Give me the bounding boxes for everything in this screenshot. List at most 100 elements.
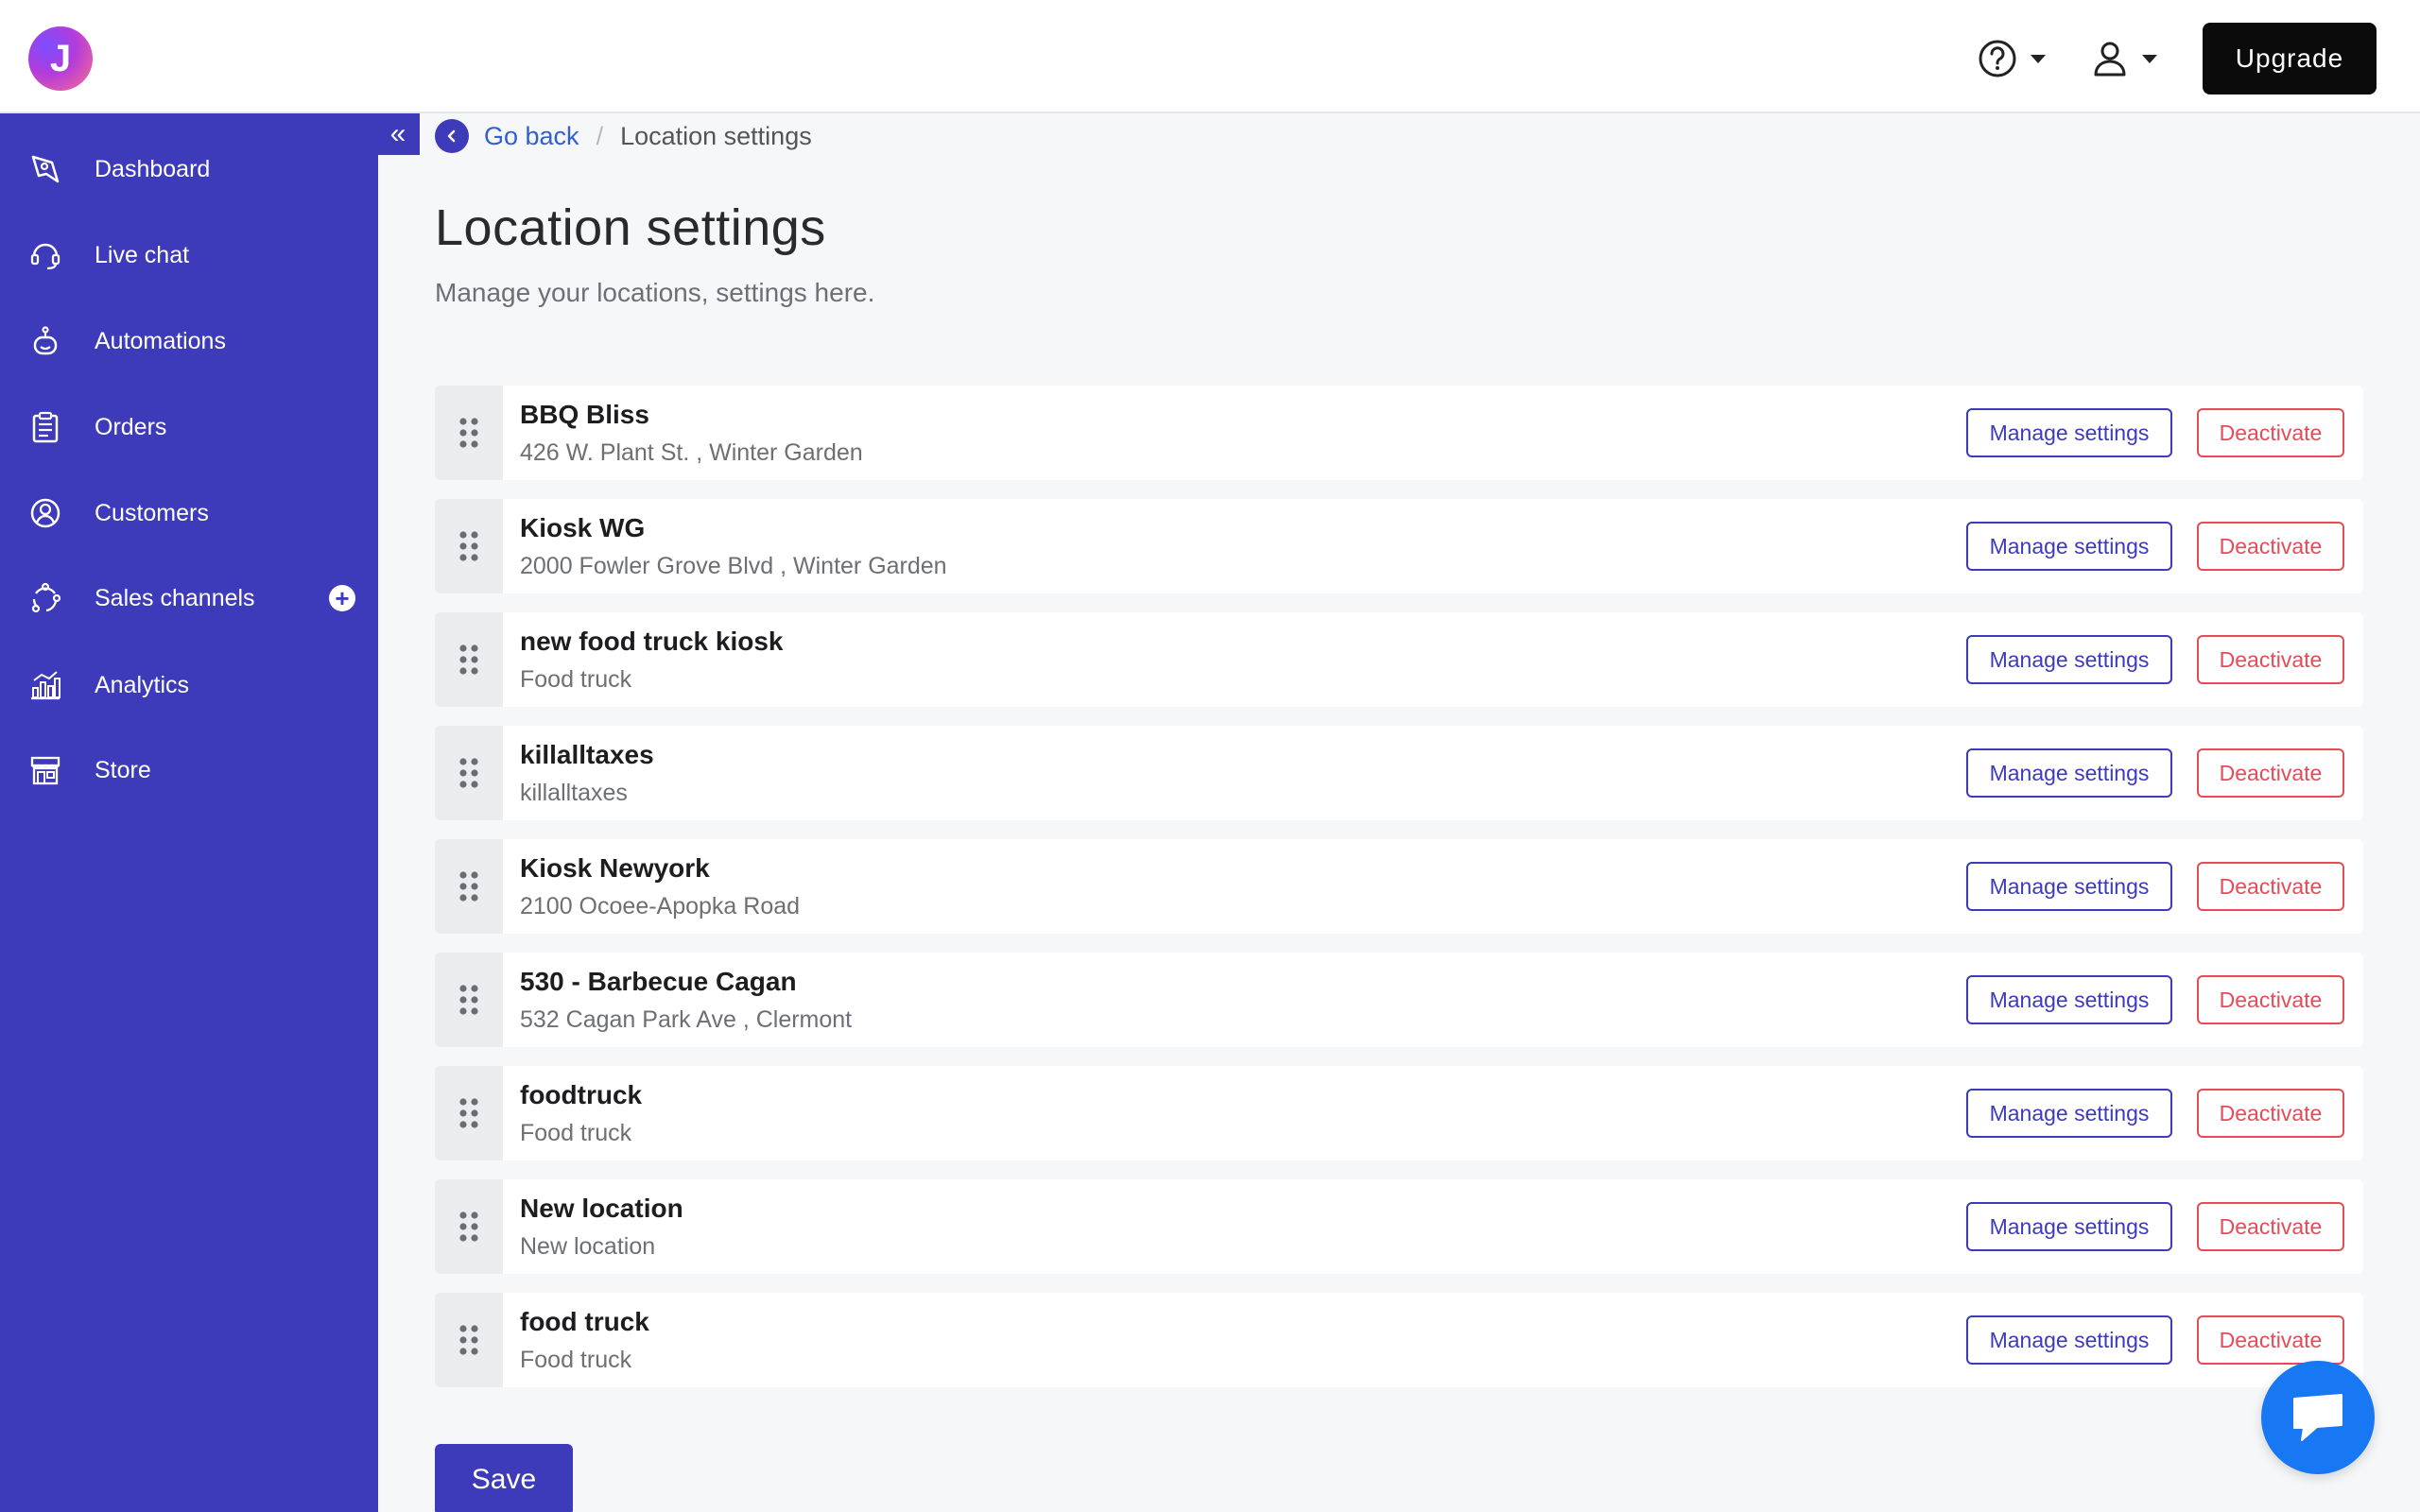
sidebar-item-label: Store (95, 756, 151, 783)
manage-settings-button[interactable]: Manage settings (1966, 1202, 2172, 1251)
location-row: food truck Food truck Manage settings Deact… (435, 1293, 2363, 1387)
location-name: foodtruck (520, 1079, 643, 1109)
sidebar-item-analytics[interactable]: Analytics (0, 652, 378, 718)
location-row: killalltaxes killalltaxes Manage settings D… (435, 726, 2363, 820)
sidebar-item-store[interactable]: Store (0, 737, 378, 803)
sidebar-item-label: Analytics (95, 671, 190, 698)
manage-settings-button[interactable]: Manage settings (1966, 408, 2172, 457)
drag-handle[interactable] (435, 1293, 503, 1387)
drag-handle[interactable] (435, 1066, 503, 1160)
location-info: food truck Food truck (520, 1307, 649, 1374)
sidebar-item-label: Customers (95, 499, 209, 526)
sidebar-item-live-chat[interactable]: Live chat (0, 222, 378, 288)
location-address: Food truck (520, 1119, 632, 1146)
location-address: 532 Cagan Park Ave , Clermont (520, 1005, 853, 1033)
drag-handle[interactable] (435, 386, 503, 480)
location-name: food truck (520, 1306, 649, 1336)
deactivate-button[interactable]: Deactivate (2197, 748, 2344, 798)
location-info: Kiosk WG 2000 Fowler Grove Blvd , Winter … (520, 513, 947, 580)
chevron-left-icon (447, 129, 456, 143)
user-circle-icon (28, 496, 62, 530)
location-list: BBQ Bliss 426 W. Plant St. , Winter Garde… (435, 386, 2363, 1406)
logo-letter: J (49, 37, 72, 79)
location-row: Kiosk Newyork 2100 Ocoee-Apopka Road Manag… (435, 839, 2363, 934)
manage-settings-button[interactable]: Manage settings (1966, 748, 2172, 798)
deactivate-button[interactable]: Deactivate (2197, 1315, 2344, 1365)
location-row: new food truck kiosk Food truck Manage set… (435, 612, 2363, 707)
drag-dots-icon (459, 1325, 478, 1355)
drag-handle[interactable] (435, 726, 503, 820)
sidebar-item-dashboard[interactable]: Dashboard (0, 136, 378, 202)
manage-settings-button[interactable]: Manage settings (1966, 862, 2172, 911)
breadcrumb: Go back / Location settings (435, 117, 812, 155)
row-actions: Manage settings Deactivate (1966, 975, 2344, 1024)
location-address: killalltaxes (520, 779, 628, 806)
location-name: new food truck kiosk (520, 626, 784, 656)
topbar-actions: Upgrade (1978, 23, 2377, 94)
sidebar-item-sales-channels[interactable]: Sales channels + (0, 565, 378, 631)
sidebar-item-label: Live chat (95, 241, 190, 268)
location-info: New location New location (520, 1194, 683, 1261)
deactivate-button[interactable]: Deactivate (2197, 1089, 2344, 1138)
sidebar-item-orders[interactable]: Orders (0, 394, 378, 460)
manage-settings-button[interactable]: Manage settings (1966, 635, 2172, 684)
deactivate-button[interactable]: Deactivate (2197, 1202, 2344, 1251)
page-title: Location settings (435, 199, 826, 256)
sidebar-item-label: Dashboard (95, 155, 211, 182)
location-info: foodtruck Food truck (520, 1080, 642, 1147)
manage-settings-button[interactable]: Manage settings (1966, 522, 2172, 571)
manage-settings-button[interactable]: Manage settings (1966, 1089, 2172, 1138)
manage-settings-button[interactable]: Manage settings (1966, 1315, 2172, 1365)
go-back-link[interactable]: Go back (484, 122, 579, 151)
account-menu[interactable] (2091, 39, 2157, 78)
sidebar-item-label: Sales channels (95, 584, 255, 611)
app-logo[interactable]: J (28, 26, 93, 91)
sidebar-item-label: Orders (95, 413, 167, 440)
drag-handle[interactable] (435, 953, 503, 1047)
drag-dots-icon (459, 418, 478, 448)
bar-chart-icon (28, 668, 62, 702)
drag-dots-icon (459, 1211, 478, 1242)
drag-handle[interactable] (435, 612, 503, 707)
location-row: BBQ Bliss 426 W. Plant St. , Winter Garde… (435, 386, 2363, 480)
robot-icon (28, 324, 62, 358)
breadcrumb-current: Location settings (620, 121, 812, 150)
drag-handle[interactable] (435, 499, 503, 593)
back-button[interactable] (435, 119, 469, 153)
add-sales-channel-button[interactable]: + (329, 585, 355, 611)
row-actions: Manage settings Deactivate (1966, 1315, 2344, 1365)
location-info: BBQ Bliss 426 W. Plant St. , Winter Garde… (520, 400, 863, 467)
sidebar-item-automations[interactable]: Automations (0, 308, 378, 374)
deactivate-button[interactable]: Deactivate (2197, 862, 2344, 911)
collapse-sidebar-button[interactable]: « (376, 113, 420, 155)
location-info: Kiosk Newyork 2100 Ocoee-Apopka Road (520, 853, 800, 920)
network-icon (28, 581, 62, 615)
deactivate-button[interactable]: Deactivate (2197, 635, 2344, 684)
deactivate-button[interactable]: Deactivate (2197, 522, 2344, 571)
drag-handle[interactable] (435, 839, 503, 934)
headset-icon (28, 238, 62, 272)
sidebar-item-customers[interactable]: Customers (0, 480, 378, 546)
chat-launcher-button[interactable] (2261, 1361, 2375, 1474)
row-actions: Manage settings Deactivate (1966, 862, 2344, 911)
drag-handle[interactable] (435, 1179, 503, 1274)
clipboard-icon (28, 410, 62, 444)
help-icon (1979, 40, 2016, 77)
help-menu[interactable] (1978, 39, 2046, 78)
chevron-down-icon (2142, 54, 2157, 63)
drag-dots-icon (459, 531, 478, 561)
location-name: 530 - Barbecue Cagan (520, 966, 797, 996)
row-actions: Manage settings Deactivate (1966, 1202, 2344, 1251)
upgrade-button[interactable]: Upgrade (2203, 23, 2377, 94)
row-actions: Manage settings Deactivate (1966, 748, 2344, 798)
location-name: New location (520, 1193, 683, 1223)
page-subtitle: Manage your locations, settings here. (435, 278, 875, 307)
save-button[interactable]: Save (435, 1444, 573, 1512)
drag-dots-icon (459, 644, 478, 675)
manage-settings-button[interactable]: Manage settings (1966, 975, 2172, 1024)
deactivate-button[interactable]: Deactivate (2197, 975, 2344, 1024)
location-row: foodtruck Food truck Manage settings Deacti… (435, 1066, 2363, 1160)
row-actions: Manage settings Deactivate (1966, 1089, 2344, 1138)
location-name: Kiosk WG (520, 512, 646, 542)
deactivate-button[interactable]: Deactivate (2197, 408, 2344, 457)
